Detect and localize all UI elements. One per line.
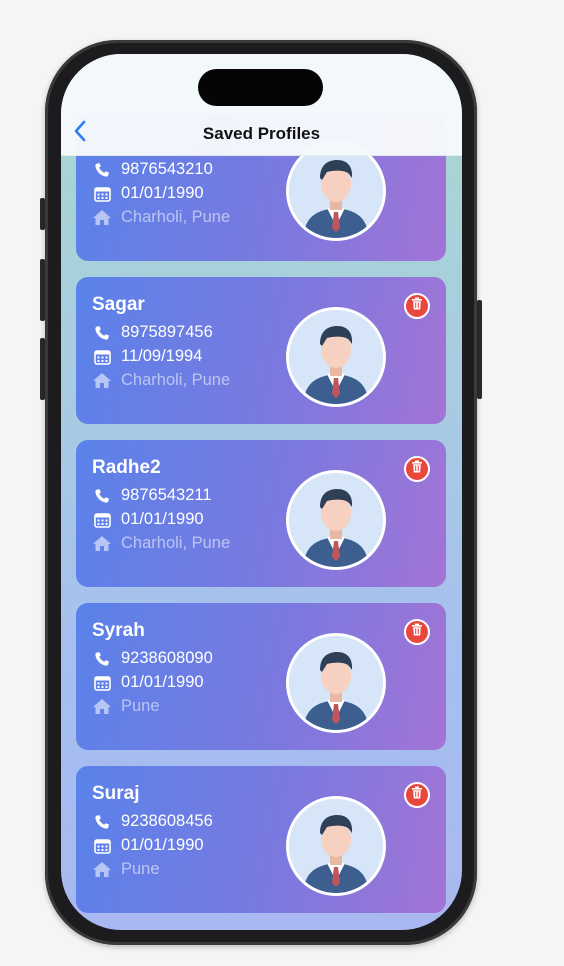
phone-icon: [92, 813, 112, 831]
power-button[interactable]: [477, 300, 482, 399]
profile-card[interactable]: Sagar 8975897456 11/09/1994 Charholi, Pu…: [76, 277, 446, 424]
trash-icon: [411, 297, 423, 315]
profile-card[interactable]: Syrah 9238608090 01/01/1990 Pune: [76, 603, 446, 750]
profile-avatar: [286, 796, 386, 896]
phone-icon: [92, 324, 112, 342]
profile-address-row: Pune: [92, 697, 160, 716]
calendar-icon: [92, 348, 112, 366]
profile-phone-row: 9238608090: [92, 649, 213, 668]
profile-card[interactable]: Radhe2 9876543211 01/01/1990 Charholi, P…: [76, 440, 446, 587]
phone-number: 8975897456: [121, 323, 213, 341]
profile-name: Radhe2: [92, 457, 161, 478]
home-icon: [92, 861, 112, 879]
calendar-icon: [92, 511, 112, 529]
trash-icon: [411, 623, 423, 641]
profile-name: Syrah: [92, 620, 145, 641]
home-icon: [92, 535, 112, 553]
profile-dob-row: 01/01/1990: [92, 184, 204, 203]
delete-button[interactable]: [404, 456, 430, 482]
phone-icon: [92, 161, 112, 179]
profile-avatar: [286, 307, 386, 407]
profile-phone-row: 8975897456: [92, 323, 213, 342]
profile-name: Sagar: [92, 294, 145, 315]
delete-button[interactable]: [404, 782, 430, 808]
date-of-birth: 01/01/1990: [121, 510, 204, 528]
profile-dob-row: 01/01/1990: [92, 673, 204, 692]
profile-dob-row: 01/01/1990: [92, 510, 204, 529]
profile-phone-row: 9876543211: [92, 486, 212, 505]
phone-number: 9876543210: [121, 160, 213, 178]
screen: 9876543210 01/01/1990 Charholi, Pune Sag…: [61, 54, 462, 930]
profile-name: Suraj: [92, 783, 140, 804]
profile-address-row: Pune: [92, 860, 160, 879]
phone-number: 9238608456: [121, 812, 213, 830]
calendar-icon: [92, 674, 112, 692]
address: Pune: [121, 697, 160, 715]
home-icon: [92, 209, 112, 227]
calendar-icon: [92, 185, 112, 203]
profile-card[interactable]: Suraj 9238608456 01/01/1990 Pune: [76, 766, 446, 913]
home-icon: [92, 372, 112, 390]
address: Charholi, Pune: [121, 371, 231, 389]
profile-address-row: Charholi, Pune: [92, 534, 230, 553]
trash-icon: [411, 460, 423, 478]
profile-avatar: [286, 633, 386, 733]
profile-avatar: [286, 141, 386, 241]
address: Charholi, Pune: [121, 534, 231, 552]
trash-icon: [411, 786, 423, 804]
address: Charholi, Pune: [121, 208, 231, 226]
calendar-icon: [92, 837, 112, 855]
dynamic-island: [198, 69, 323, 106]
date-of-birth: 01/01/1990: [121, 673, 204, 691]
phone-icon: [92, 650, 112, 668]
page-title: Saved Profiles: [202, 124, 321, 143]
profile-phone-row: 9238608456: [92, 812, 213, 831]
date-of-birth: 01/01/1990: [121, 836, 204, 854]
profile-address-row: Charholi, Pune: [92, 208, 230, 227]
profiles-list[interactable]: 9876543210 01/01/1990 Charholi, Pune Sag…: [61, 54, 462, 930]
phone-number: 9238608090: [121, 649, 213, 667]
address: Pune: [121, 860, 160, 878]
home-icon: [92, 698, 112, 716]
date-of-birth: 11/09/1994: [121, 347, 203, 365]
date-of-birth: 01/01/1990: [121, 184, 204, 202]
phone-icon: [92, 487, 112, 505]
delete-button[interactable]: [404, 619, 430, 645]
profile-dob-row: 11/09/1994: [92, 347, 202, 366]
phone-number: 9876543211: [121, 486, 212, 504]
profile-avatar: [286, 470, 386, 570]
delete-button[interactable]: [404, 293, 430, 319]
profile-dob-row: 01/01/1990: [92, 836, 204, 855]
profile-phone-row: 9876543210: [92, 160, 213, 179]
profile-address-row: Charholi, Pune: [92, 371, 230, 390]
